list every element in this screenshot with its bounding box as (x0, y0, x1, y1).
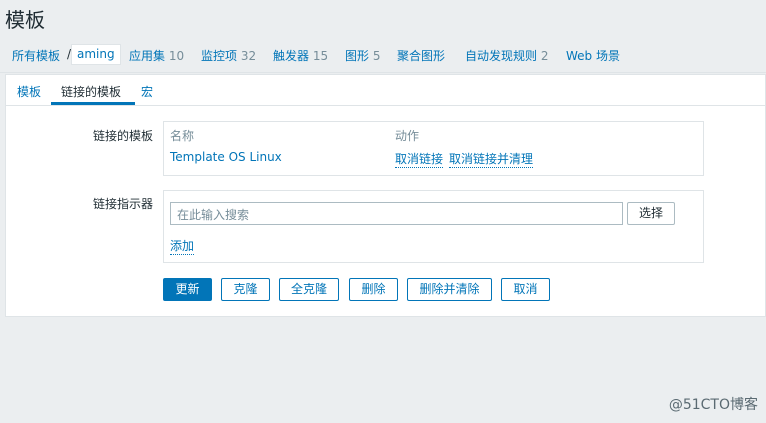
template-form-panel: 模板 链接的模板 宏 链接的模板 名称 动作 Template OS Linux… (5, 74, 766, 317)
breadcrumb-items-label: 监控项 (201, 49, 238, 63)
breadcrumb-triggers-label: 触发器 (273, 49, 310, 63)
unlink-button[interactable]: 取消链接 (395, 150, 444, 168)
breadcrumb-discovery-rules-count: 2 (540, 49, 549, 63)
clone-button[interactable]: 克隆 (221, 278, 270, 301)
breadcrumb-discovery-rules[interactable]: 自动发现规则 2 (465, 47, 548, 64)
breadcrumb-graphs-count: 5 (372, 49, 381, 63)
linked-templates-label: 链接的模板 (93, 129, 154, 143)
breadcrumb-items-count: 32 (240, 49, 257, 63)
column-header-name: 名称 (170, 129, 195, 143)
breadcrumb-items[interactable]: 监控项 32 (201, 47, 256, 64)
select-template-button[interactable]: 选择 (627, 202, 675, 225)
breadcrumb-screens[interactable]: 聚合图形 (397, 47, 445, 64)
breadcrumb: 所有模板 / aming 应用集 10 监控项 32 触发器 15 图形 5 聚… (0, 37, 766, 73)
breadcrumb-current-template[interactable]: aming (71, 44, 121, 65)
breadcrumb-graphs-label: 图形 (345, 49, 370, 63)
tab-bar: 模板 链接的模板 宏 (6, 75, 765, 106)
unlink-and-clear-button[interactable]: 取消链接并清理 (449, 150, 534, 168)
breadcrumb-all-templates[interactable]: 所有模板 (12, 47, 60, 64)
breadcrumb-applications-count: 10 (168, 49, 185, 63)
column-header-action: 动作 (395, 129, 420, 143)
linked-templates-table: 名称 动作 Template OS Linux 取消链接 取消链接并清理 (163, 121, 704, 176)
breadcrumb-discovery-rules-label: 自动发现规则 (465, 49, 538, 63)
breadcrumb-graphs[interactable]: 图形 5 (345, 47, 380, 64)
breadcrumb-triggers[interactable]: 触发器 15 (273, 47, 328, 64)
tab-linked-templates[interactable]: 链接的模板 (61, 83, 121, 100)
breadcrumb-web-scenarios[interactable]: Web 场景 (566, 47, 620, 64)
watermark: @51CTO博客 (668, 397, 758, 413)
update-button[interactable]: 更新 (163, 278, 212, 301)
active-tab-indicator (51, 102, 135, 105)
breadcrumb-triggers-count: 15 (312, 49, 329, 63)
link-indicator-box: 在此输入搜索 选择 添加 (163, 190, 704, 263)
add-template-link[interactable]: 添加 (170, 237, 195, 255)
delete-and-clear-button[interactable]: 删除并清除 (407, 278, 492, 301)
link-indicator-label: 链接指示器 (93, 197, 154, 211)
tab-templates[interactable]: 模板 (17, 83, 41, 100)
page-title: 模板 (5, 8, 45, 32)
tab-macros[interactable]: 宏 (141, 83, 153, 100)
template-search-input[interactable]: 在此输入搜索 (170, 202, 623, 225)
breadcrumb-applications[interactable]: 应用集 10 (129, 47, 184, 64)
full-clone-button[interactable]: 全克隆 (279, 278, 339, 301)
delete-button[interactable]: 删除 (349, 278, 398, 301)
linked-template-name[interactable]: Template OS Linux (170, 150, 282, 164)
breadcrumb-applications-label: 应用集 (129, 49, 166, 63)
cancel-button[interactable]: 取消 (501, 278, 550, 301)
